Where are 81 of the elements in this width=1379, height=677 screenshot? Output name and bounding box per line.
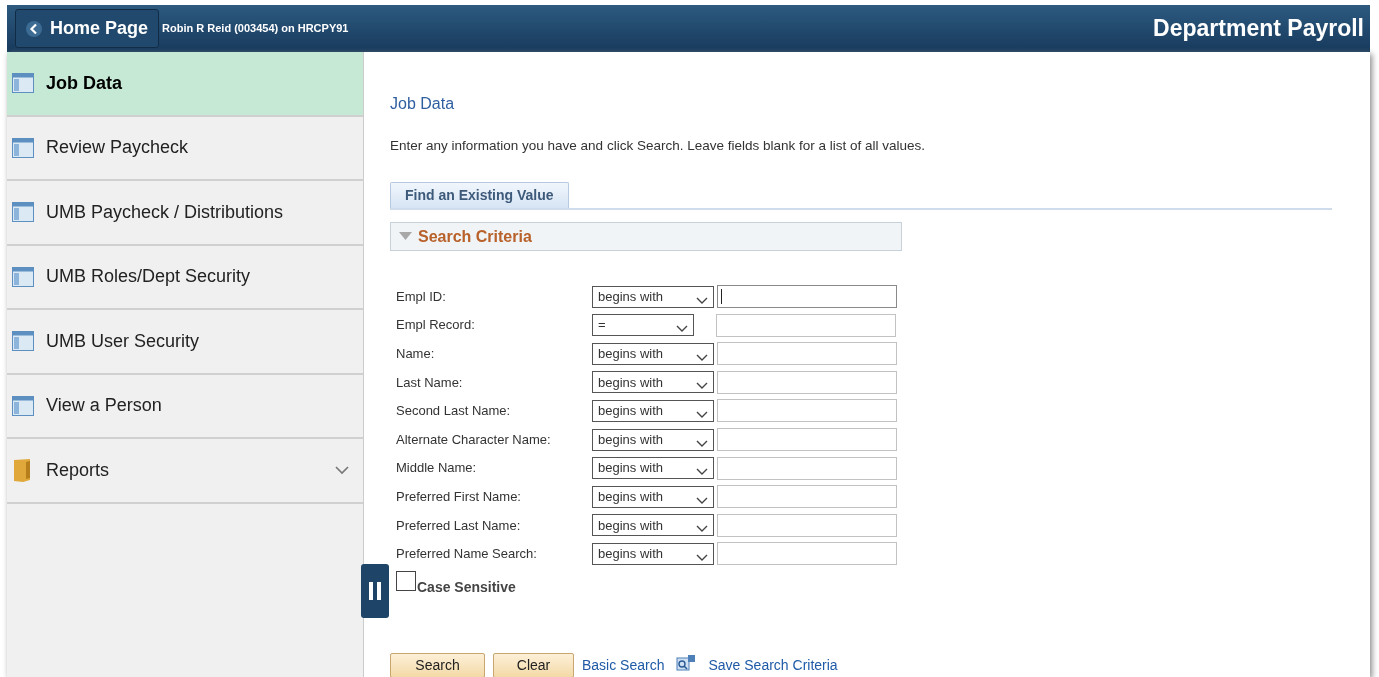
- page-layout-icon: [12, 202, 34, 223]
- instructions: Enter any information you have and click Search. Leave fields blank for a list of all values.: [390, 137, 926, 155]
- dropdown-caret-icon: [696, 468, 708, 477]
- sidebar-item-label: UMB User Security: [46, 329, 200, 353]
- sidebar-item[interactable]: View a Person: [7, 374, 363, 439]
- field-label: Empl ID:: [396, 287, 447, 306]
- field-label: Preferred Name Search:: [396, 545, 538, 564]
- back-chevron-icon: [26, 20, 42, 37]
- sidebar-item-label: View a Person: [46, 394, 162, 418]
- input-field[interactable]: [717, 456, 897, 480]
- dropdown-caret-icon: [696, 382, 708, 391]
- operator-dropdown[interactable]: begins with: [592, 285, 714, 308]
- operator-dropdown[interactable]: begins with: [592, 371, 714, 394]
- section-heading: Job Data: [390, 94, 455, 114]
- input-field[interactable]: [717, 428, 897, 451]
- operator-dropdown[interactable]: begins with: [592, 485, 714, 508]
- checkbox[interactable]: [396, 571, 416, 592]
- input-field[interactable]: [717, 285, 897, 309]
- user-info: Robin R Reid (003454) on HRCPY91: [162, 21, 349, 37]
- sidebar-item[interactable]: Job Data: [7, 52, 363, 117]
- field-label: Second Last Name:: [396, 402, 512, 421]
- sidebar-item-label: Reports: [46, 458, 110, 482]
- dropdown-caret-icon: [696, 525, 708, 534]
- operator-dropdown[interactable]: =: [592, 314, 694, 337]
- input-field[interactable]: [717, 342, 897, 366]
- field-label: Empl Record:: [396, 316, 476, 335]
- sidebar-item-label: Review Paycheck: [46, 136, 189, 160]
- section-title: Search Criteria: [418, 226, 532, 247]
- save-search-criteria-link[interactable]: Save Search Criteria: [708, 655, 838, 677]
- basic-search-link[interactable]: Basic Search: [582, 655, 665, 677]
- sidebar-item[interactable]: UMB User Security: [7, 310, 363, 375]
- tab[interactable]: Find an Existing Value: [390, 182, 569, 209]
- input-field[interactable]: [717, 542, 897, 566]
- clear-button[interactable]: Clear: [493, 653, 574, 677]
- input-field[interactable]: [717, 399, 897, 423]
- section-header[interactable]: Search Criteria: [390, 222, 902, 252]
- page-layout-icon: [12, 266, 34, 287]
- input-field[interactable]: [717, 370, 897, 394]
- input-field[interactable]: [717, 513, 897, 537]
- page-layout-icon: [12, 395, 34, 416]
- sidebar-item[interactable]: Reports: [7, 439, 363, 504]
- page-title: Department Payroll: [1153, 14, 1364, 44]
- field-label: Preferred First Name:: [396, 487, 522, 506]
- dropdown-caret-icon: [696, 439, 708, 448]
- sidebar-item[interactable]: UMB Roles/Dept Security: [7, 245, 363, 310]
- dropdown-caret-icon: [696, 296, 708, 305]
- text-cursor: [721, 289, 722, 305]
- chevron-down-icon: [335, 465, 349, 475]
- page-layout-icon: [12, 73, 34, 94]
- dropdown-caret-icon: [696, 553, 708, 562]
- search-save-icon: [676, 653, 697, 672]
- sidebar-item-label: Job Data: [46, 71, 123, 95]
- sidebar-item[interactable]: Review Paycheck: [7, 116, 363, 181]
- dropdown-caret-icon: [696, 410, 708, 419]
- input-field[interactable]: [716, 313, 896, 337]
- sidebar-item-label: UMB Paycheck / Distributions: [46, 200, 284, 224]
- collapse-triangle-icon: [399, 232, 412, 242]
- field-label: Name:: [396, 345, 436, 363]
- home-page-button[interactable]: Home Page: [15, 9, 160, 48]
- field-label: Middle Name:: [396, 459, 478, 478]
- dropdown-caret-icon: [676, 325, 688, 334]
- page-layout-icon: [12, 331, 34, 352]
- input-field[interactable]: [717, 485, 897, 509]
- sidebar-item-label: UMB Roles/Dept Security: [46, 265, 251, 289]
- field-label: Last Name:: [396, 373, 464, 392]
- operator-dropdown[interactable]: begins with: [592, 342, 714, 365]
- search-button[interactable]: Search: [390, 653, 485, 677]
- sidebar-item[interactable]: UMB Paycheck / Distributions: [7, 181, 363, 246]
- operator-dropdown[interactable]: begins with: [592, 542, 714, 565]
- dropdown-caret-icon: [696, 353, 708, 362]
- collapse-handle[interactable]: [361, 564, 389, 618]
- operator-dropdown[interactable]: begins with: [592, 514, 714, 537]
- operator-dropdown[interactable]: begins with: [592, 428, 714, 451]
- checkbox-label: Case Sensitive: [417, 578, 516, 598]
- operator-dropdown[interactable]: begins with: [592, 457, 714, 480]
- field-label: Alternate Character Name:: [396, 430, 552, 449]
- field-label: Preferred Last Name:: [396, 516, 522, 535]
- pause-bars-icon: [369, 582, 381, 600]
- page-layout-icon: [12, 137, 34, 158]
- operator-dropdown[interactable]: begins with: [592, 399, 714, 422]
- dropdown-caret-icon: [696, 496, 708, 505]
